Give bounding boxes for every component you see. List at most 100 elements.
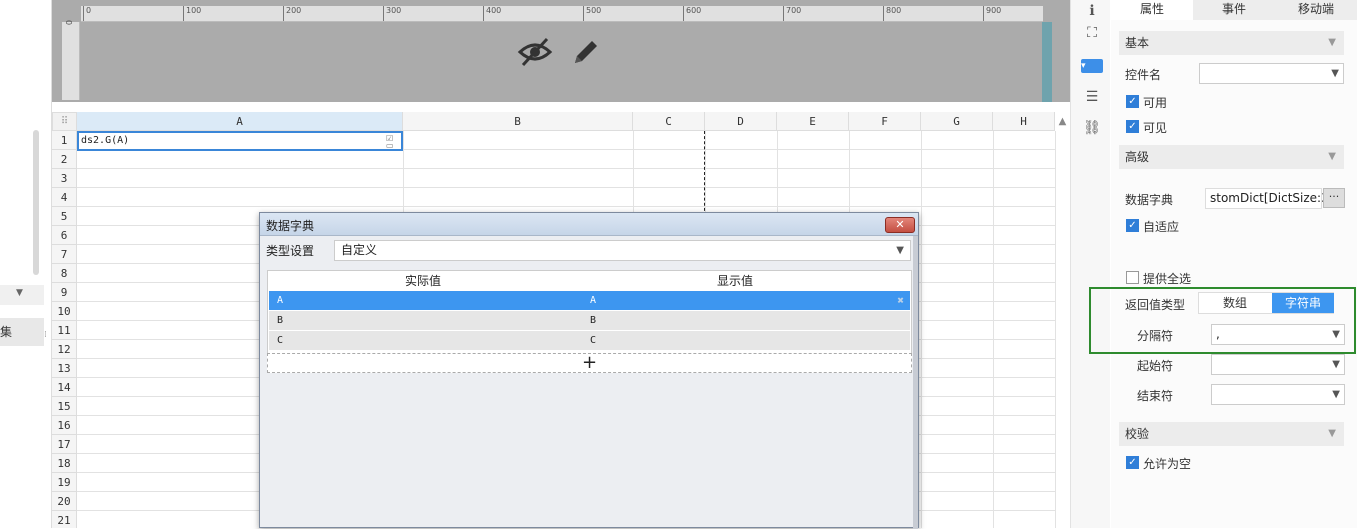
row-header[interactable]: 1 <box>52 131 77 150</box>
page-break-line <box>704 131 705 216</box>
pencil-icon[interactable] <box>570 36 602 68</box>
left-tree-item[interactable]: 集 <box>0 318 44 346</box>
cell-a1[interactable]: ds2.G(A) <box>77 131 403 151</box>
column-header-display: 显示值 <box>716 274 753 288</box>
link-icon[interactable]: ⛓ <box>1081 117 1103 139</box>
ruler-tick: 0 <box>83 6 91 21</box>
ruler-tick: 500 <box>583 6 601 21</box>
section-advanced-label: 高级 <box>1125 150 1150 164</box>
display-value-cell[interactable]: A <box>590 291 596 310</box>
row-header[interactable]: 17 <box>52 435 77 454</box>
allow-empty-checkbox[interactable]: ✓ <box>1126 456 1139 469</box>
eye-slash-icon[interactable] <box>517 36 553 68</box>
property-panel: 属性 事件 移动端 基本 ▼ 控件名 ▼ ✓ 可用 ✓ 可见 高级 ▼ 数据字典 s… <box>1111 0 1357 528</box>
adaptive-checkbox[interactable]: ✓ <box>1126 219 1139 232</box>
table-row[interactable]: B B <box>269 311 910 330</box>
row-header[interactable]: 18 <box>52 454 77 473</box>
column-header-c[interactable]: C <box>633 112 705 131</box>
horizontal-ruler: 0 100 200 300 400 500 600 700 800 900 <box>81 6 1043 22</box>
display-value-cell[interactable]: C <box>590 331 596 350</box>
column-header-h[interactable]: H <box>993 112 1055 131</box>
column-header-d[interactable]: D <box>705 112 777 131</box>
data-dict-edit-button[interactable]: ··· <box>1323 188 1345 208</box>
row-header[interactable]: 9 <box>52 283 77 302</box>
crop-frame-icon[interactable]: ⛶ <box>1081 22 1103 44</box>
row-header[interactable]: 14 <box>52 378 77 397</box>
widget-name-input[interactable]: ▼ <box>1199 63 1344 84</box>
row-header[interactable]: 3 <box>52 169 77 188</box>
column-header-f[interactable]: F <box>849 112 921 131</box>
row-header[interactable]: 19 <box>52 473 77 492</box>
row-header[interactable]: 15 <box>52 397 77 416</box>
row-header[interactable]: 11 <box>52 321 77 340</box>
end-char-input[interactable]: ▼ <box>1211 384 1345 405</box>
row-header[interactable]: 6 <box>52 226 77 245</box>
row-header[interactable]: 7 <box>52 245 77 264</box>
column-header-g[interactable]: G <box>921 112 993 131</box>
start-char-input[interactable]: ▼ <box>1211 354 1345 375</box>
cell-widget-icon[interactable]: ☑ ▭ <box>386 135 398 150</box>
row-header[interactable]: 8 <box>52 264 77 283</box>
row-header[interactable]: 20 <box>52 492 77 511</box>
enabled-checkbox[interactable]: ✓ <box>1126 95 1139 108</box>
delete-row-icon[interactable]: ✖ <box>897 291 904 310</box>
actual-value-cell[interactable]: C <box>277 331 283 350</box>
grid-row-line <box>77 187 1055 188</box>
data-dict-field[interactable]: stomDict[DictSize:3] <box>1205 188 1333 209</box>
column-header-e[interactable]: E <box>777 112 849 131</box>
tab-mobile[interactable]: 移动端 <box>1275 0 1357 20</box>
display-value-cell[interactable]: B <box>590 311 596 330</box>
section-advanced[interactable]: 高级 ▼ <box>1119 145 1344 169</box>
chevron-down-icon: ▼ <box>1331 68 1339 79</box>
actual-value-cell[interactable]: B <box>277 311 283 330</box>
row-header[interactable]: 5 <box>52 207 77 226</box>
left-scrollbar[interactable] <box>33 130 39 275</box>
tab-properties[interactable]: 属性 <box>1111 0 1193 20</box>
chevron-down-icon: ▼ <box>1328 428 1336 439</box>
dialog-titlebar[interactable] <box>260 213 918 236</box>
ruler-tick: 300 <box>383 6 401 21</box>
close-button[interactable]: ✕ <box>885 217 915 233</box>
scroll-up-icon[interactable]: ▲ <box>1055 112 1070 131</box>
info-icon[interactable]: ℹ <box>1081 0 1103 22</box>
column-header-actual: 实际值 <box>404 274 441 288</box>
left-collapse-bar[interactable]: ▼ <box>0 285 44 305</box>
widget-settings-icon[interactable]: ▾ <box>1081 59 1103 73</box>
vertical-ruler <box>62 22 80 100</box>
layers-icon[interactable]: ☰ <box>1081 86 1103 108</box>
splitter-handle-icon[interactable]: ⁞ <box>44 330 52 344</box>
table-row[interactable]: A A ✖ <box>269 291 910 310</box>
start-char-label: 起始符 <box>1137 359 1174 373</box>
type-setting-label: 类型设置 <box>266 244 315 258</box>
section-validate[interactable]: 校验 ▼ <box>1119 422 1344 446</box>
section-basic[interactable]: 基本 ▼ <box>1119 31 1344 55</box>
select-all-checkbox[interactable] <box>1126 271 1139 284</box>
row-header[interactable]: 2 <box>52 150 77 169</box>
row-header[interactable]: 4 <box>52 188 77 207</box>
row-header[interactable]: 21 <box>52 511 77 528</box>
column-header-b[interactable]: B <box>403 112 633 131</box>
chevron-down-icon: ▼ <box>1332 389 1340 400</box>
row-header[interactable]: 13 <box>52 359 77 378</box>
dialog-title: 数据字典 <box>266 219 315 233</box>
row-header[interactable]: 12 <box>52 340 77 359</box>
add-row-button[interactable]: + <box>267 353 912 373</box>
actual-value-cell[interactable]: A <box>277 291 283 310</box>
ruler-tick: 700 <box>783 6 801 21</box>
ruler-tick: 400 <box>483 6 501 21</box>
row-header[interactable]: 16 <box>52 416 77 435</box>
visible-checkbox[interactable]: ✓ <box>1126 120 1139 133</box>
row-header[interactable]: 10 <box>52 302 77 321</box>
type-setting-select[interactable]: 自定义 ▼ <box>334 240 911 261</box>
section-validate-label: 校验 <box>1125 427 1150 441</box>
column-header-a[interactable]: A <box>77 112 403 131</box>
allow-empty-label: 允许为空 <box>1143 457 1192 471</box>
grid-row-line <box>77 168 1055 169</box>
grid-corner-icon[interactable]: ⠿ <box>52 112 77 131</box>
table-row[interactable]: C C <box>269 331 910 350</box>
tab-events[interactable]: 事件 <box>1193 0 1275 20</box>
left-panel <box>0 0 52 528</box>
vertical-ruler-label: 0 <box>64 19 74 26</box>
ruler-tick: 900 <box>983 6 1001 21</box>
section-basic-label: 基本 <box>1125 36 1150 50</box>
